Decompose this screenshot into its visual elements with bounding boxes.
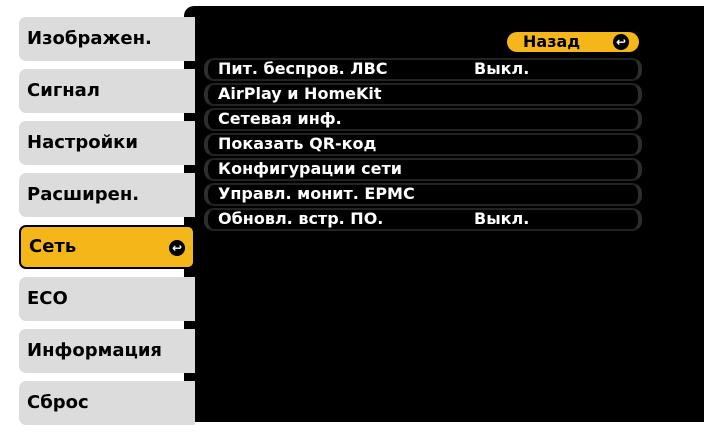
sidebar-item-label: Изображен.: [27, 28, 152, 49]
sidebar-item-label: ECO: [27, 288, 68, 309]
sidebar-item-network[interactable]: Сеть ↩: [19, 225, 195, 269]
menu-item-label: Конфигурации сети: [218, 159, 402, 178]
menu-item-firmware-update[interactable]: Обновл. встр. ПО. Выкл.: [204, 208, 642, 231]
enter-icon: ↩: [613, 34, 629, 50]
sidebar-item-label: Сеть: [29, 236, 77, 257]
sidebar-item-label: Сброс: [27, 392, 89, 413]
menu-item-label: Пит. беспров. ЛВС: [218, 59, 388, 78]
menu-item-wireless-lan[interactable]: Пит. беспров. ЛВС Выкл.: [204, 58, 642, 81]
sidebar-item-label: Настройки: [27, 132, 139, 153]
back-button-label: Назад: [523, 32, 581, 51]
sidebar-item-label: Информация: [27, 340, 162, 361]
enter-icon: ↩: [169, 240, 185, 256]
menu-item-label: Сетевая инф.: [218, 109, 342, 128]
menu-item-epmc-monitoring[interactable]: Управл. монит. EPMC: [204, 183, 642, 206]
sidebar-item-label: Расширен.: [27, 184, 140, 205]
menu-item-label: Обновл. встр. ПО.: [218, 209, 384, 228]
sidebar-item-info[interactable]: Информация: [19, 329, 195, 373]
menu-item-network-info[interactable]: Сетевая инф.: [204, 108, 642, 131]
back-button[interactable]: Назад ↩: [507, 32, 639, 52]
sidebar-item-label: Сигнал: [27, 80, 100, 101]
menu-item-airplay-homekit[interactable]: AirPlay и HomeKit: [204, 83, 642, 106]
menu-item-label: Управл. монит. EPMC: [218, 184, 415, 203]
sidebar-item-settings[interactable]: Настройки: [19, 121, 195, 165]
menu-item-label: AirPlay и HomeKit: [218, 84, 382, 103]
menu-item-show-qr-code[interactable]: Показать QR-код: [204, 133, 642, 156]
menu-item-value: Выкл.: [474, 59, 530, 78]
sidebar-item-image[interactable]: Изображен.: [19, 17, 195, 61]
network-menu: Пит. беспров. ЛВС Выкл. AirPlay и HomeKi…: [204, 58, 642, 233]
menu-item-value: Выкл.: [474, 209, 530, 228]
menu-item-label: Показать QR-код: [218, 134, 377, 153]
sidebar-item-signal[interactable]: Сигнал: [19, 69, 195, 113]
sidebar-item-extended[interactable]: Расширен.: [19, 173, 195, 217]
sidebar-item-reset[interactable]: Сброс: [19, 381, 195, 425]
sidebar-item-eco[interactable]: ECO: [19, 277, 195, 321]
menu-item-network-config[interactable]: Конфигурации сети: [204, 158, 642, 181]
sidebar-menu: Изображен. Сигнал Настройки Расширен. Се…: [19, 17, 195, 433]
